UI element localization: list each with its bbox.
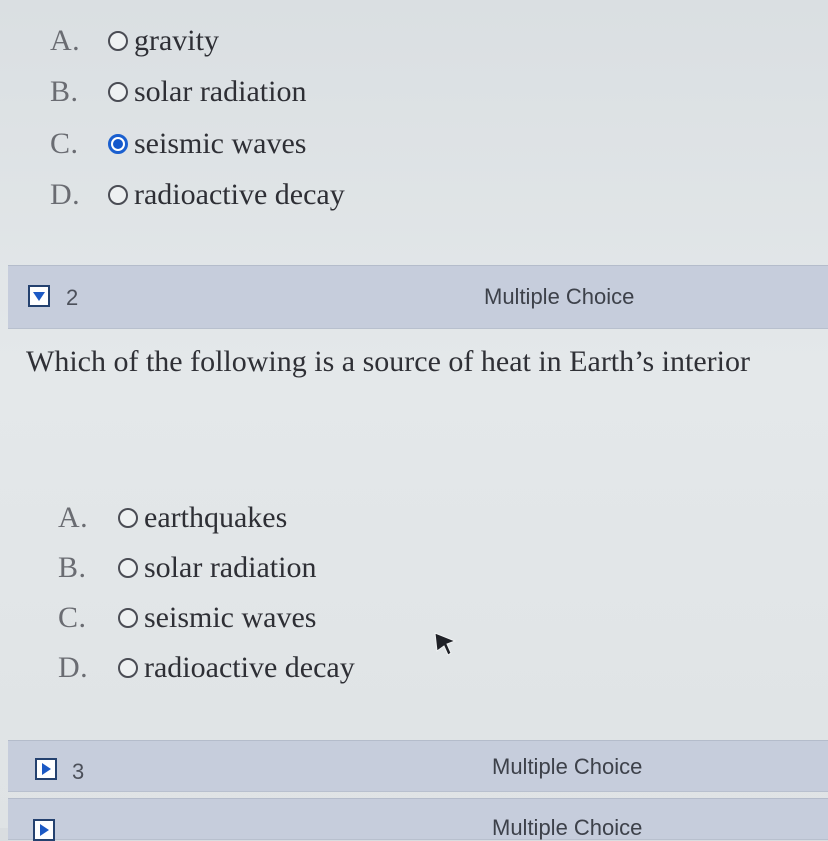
question-number: 3 <box>72 759 85 784</box>
question-2-header: 2 Multiple Choice <box>8 265 828 329</box>
question-type: Multiple Choice <box>492 815 643 840</box>
option-a[interactable]: A. earthquakes <box>58 498 287 538</box>
collapse-toggle-button[interactable] <box>28 285 50 307</box>
radio-button[interactable] <box>118 508 138 528</box>
option-label: solar radiation <box>144 551 317 584</box>
radio-button[interactable] <box>118 608 138 628</box>
option-letter: B. <box>58 551 87 584</box>
question-3-header: 3 Multiple Choice <box>8 740 828 792</box>
quiz-page: A. gravity B. solar radiation C. seismic… <box>0 0 828 841</box>
question-text: Which of the following is a source of he… <box>26 345 750 378</box>
question-type: Multiple Choice <box>492 754 643 779</box>
option-letter: D. <box>58 651 89 684</box>
option-letter: C. <box>50 127 79 160</box>
prev-option-d[interactable]: D. radioactive decay <box>50 175 345 215</box>
option-letter: B. <box>50 75 79 108</box>
radio-button[interactable] <box>108 185 128 205</box>
expand-toggle-button[interactable] <box>33 819 55 841</box>
question-4-header: Multiple Choice <box>8 798 828 841</box>
option-b[interactable]: B. solar radiation <box>58 548 316 588</box>
option-label: seismic waves <box>134 127 307 160</box>
option-label: solar radiation <box>134 75 307 108</box>
triangle-right-icon <box>40 824 49 836</box>
radio-button[interactable] <box>118 658 138 678</box>
option-c[interactable]: C. seismic waves <box>58 598 316 638</box>
option-d[interactable]: D. radioactive decay <box>58 648 355 688</box>
radio-button[interactable] <box>108 31 128 51</box>
expand-toggle-button[interactable] <box>35 758 57 780</box>
question-type: Multiple Choice <box>484 284 635 309</box>
radio-button[interactable] <box>118 558 138 578</box>
prev-option-b[interactable]: B. solar radiation <box>50 72 306 112</box>
mouse-cursor-icon <box>434 632 457 656</box>
prev-option-a[interactable]: A. gravity <box>50 21 219 61</box>
option-label: earthquakes <box>144 501 288 534</box>
option-letter: C. <box>58 601 87 634</box>
triangle-down-icon <box>33 292 45 301</box>
option-label: seismic waves <box>144 601 317 634</box>
option-letter: A. <box>50 24 81 57</box>
triangle-right-icon <box>42 763 51 775</box>
option-label: radioactive decay <box>144 651 355 684</box>
option-letter: D. <box>50 178 81 211</box>
question-number: 2 <box>66 285 79 310</box>
radio-button-selected[interactable] <box>108 134 128 154</box>
prev-option-c[interactable]: C. seismic waves <box>50 124 306 164</box>
option-letter: A. <box>58 501 89 534</box>
radio-button[interactable] <box>108 82 128 102</box>
option-label: gravity <box>134 24 219 57</box>
option-label: radioactive decay <box>134 178 345 211</box>
